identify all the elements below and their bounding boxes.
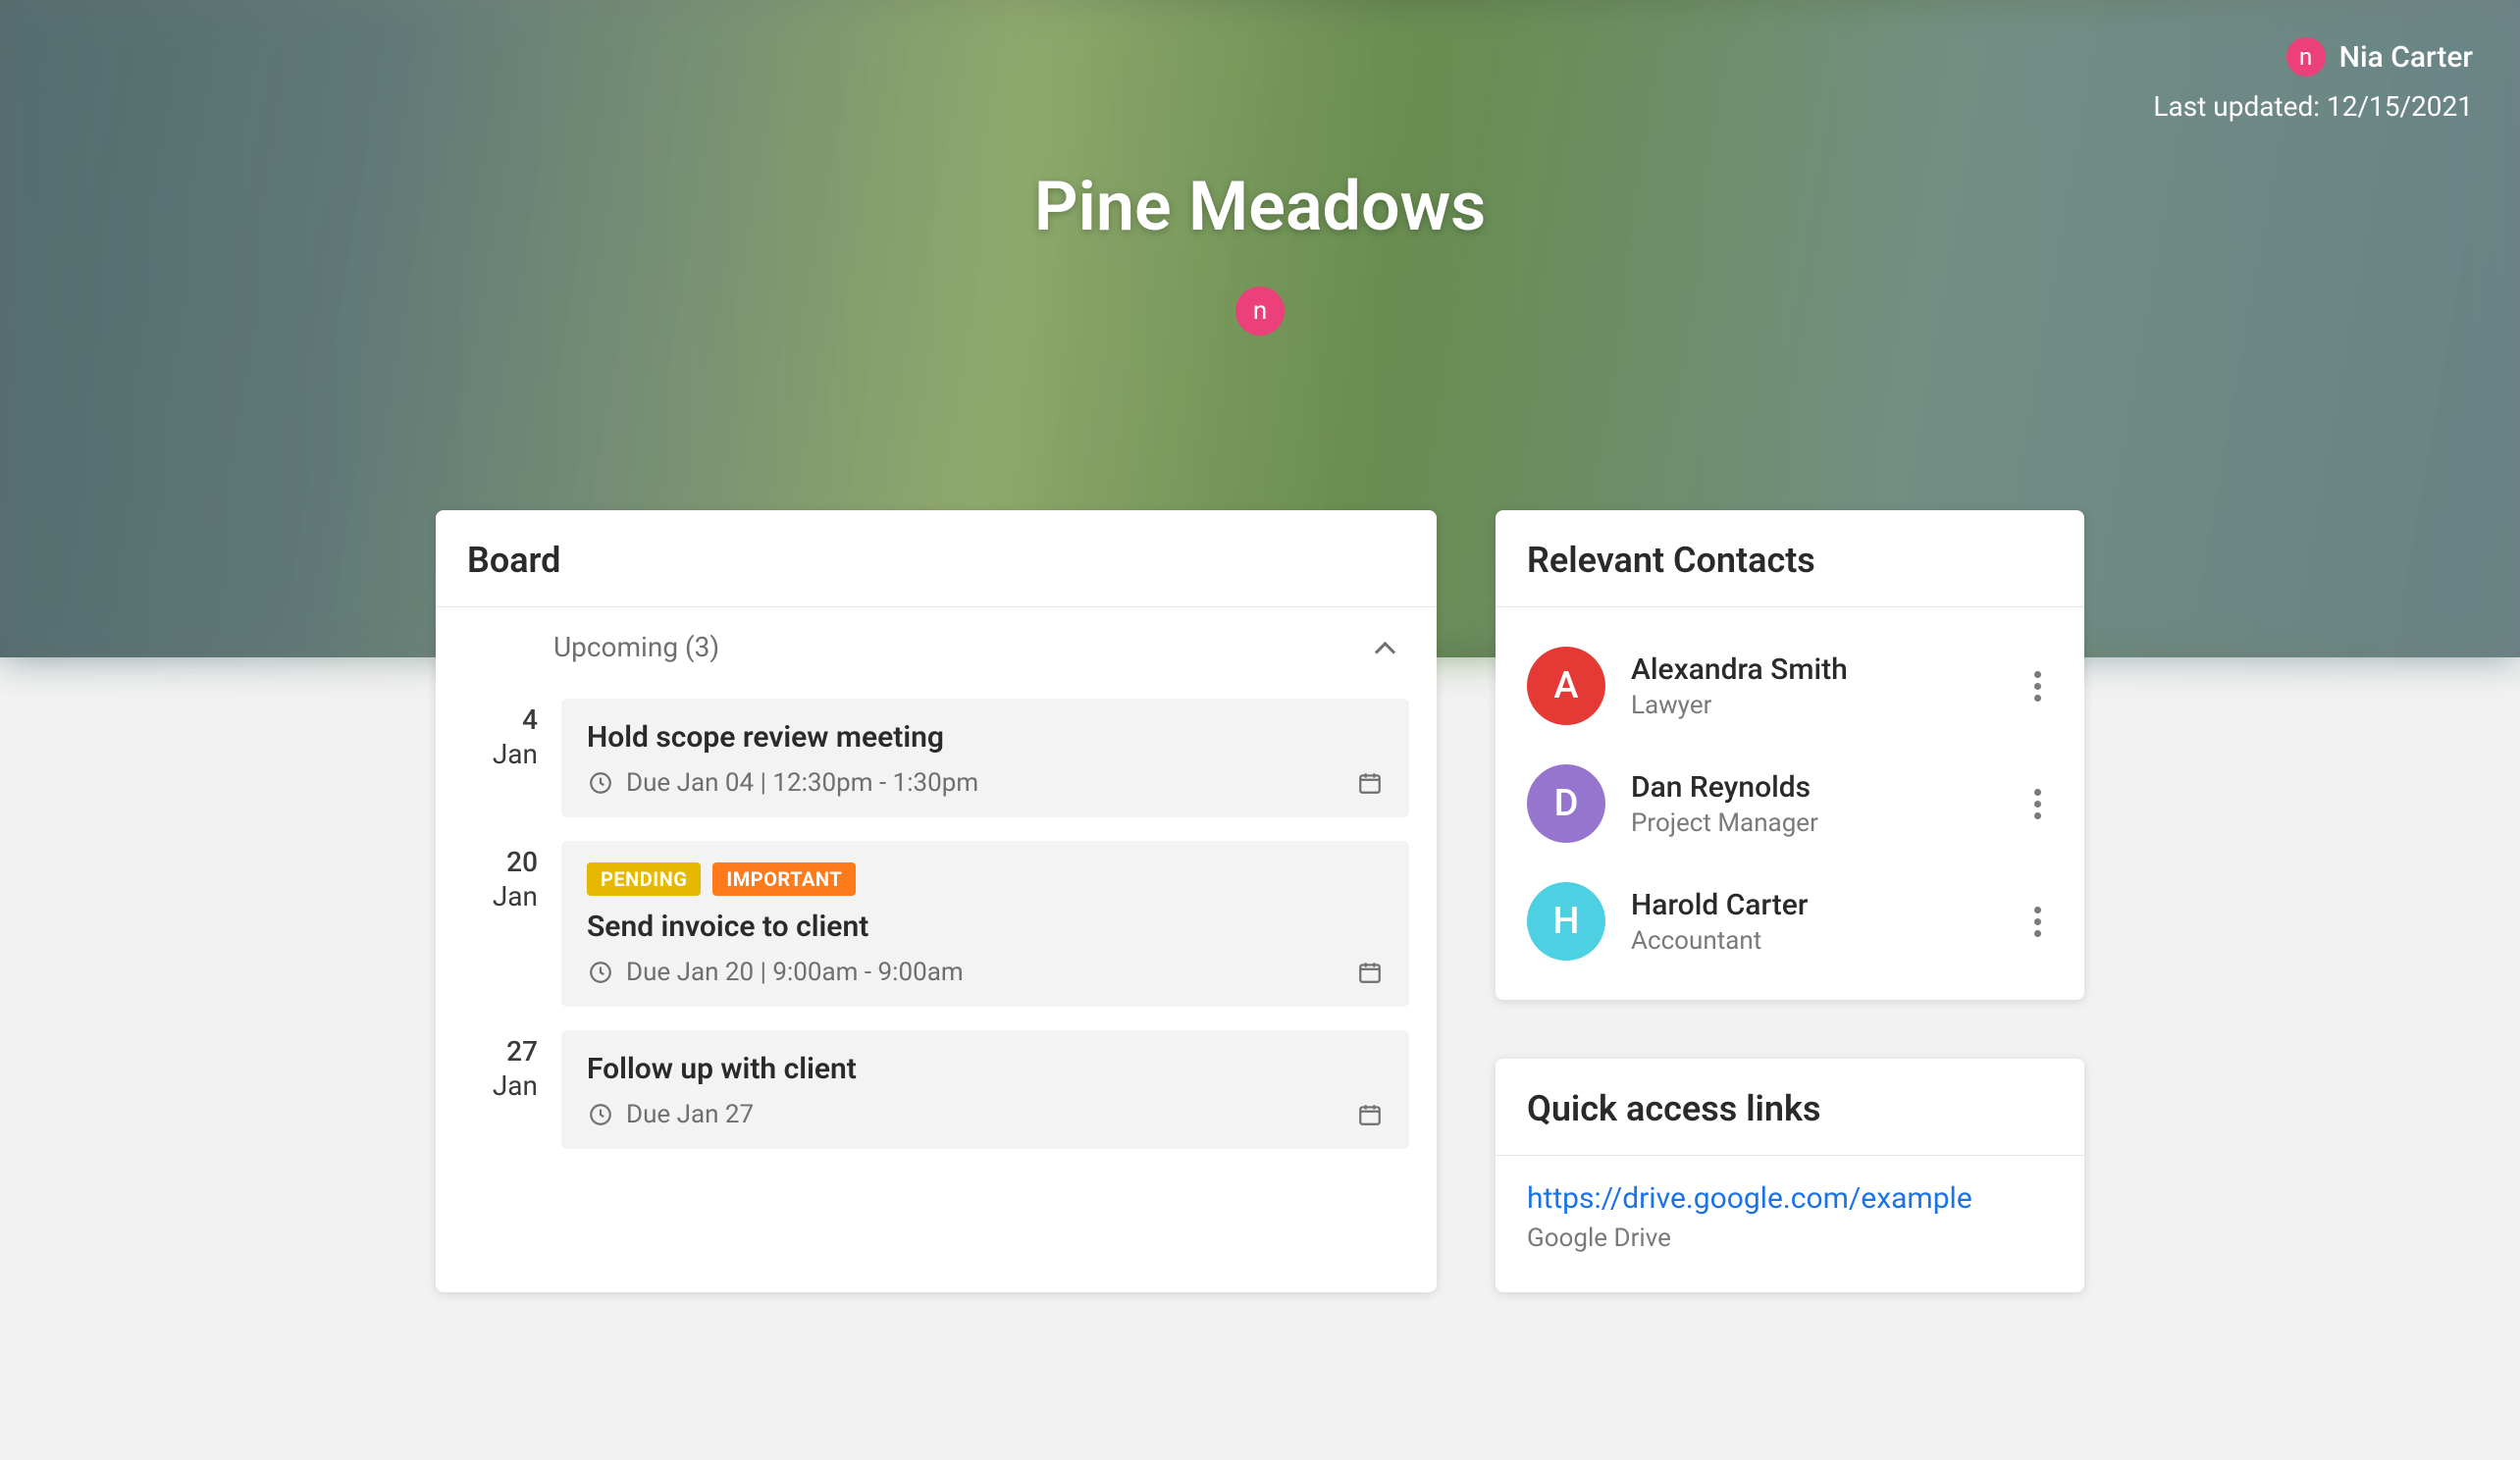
contact-avatar: A [1527, 647, 1605, 725]
contacts-card: Relevant Contacts A Alexandra Smith Lawy… [1496, 510, 2084, 1000]
more-menu-icon[interactable] [2021, 902, 2053, 941]
task-day: 4 [463, 703, 538, 737]
task-due-text: Due Jan 20 | 9:00am - 9:00am [626, 958, 964, 987]
contact-role: Accountant [1631, 926, 2021, 956]
calendar-icon[interactable] [1356, 959, 1384, 986]
task-date: 27 Jan [463, 1030, 538, 1149]
contact-role: Lawyer [1631, 691, 2021, 720]
contact-name: Alexandra Smith [1631, 652, 2021, 687]
task-month: Jan [463, 879, 538, 913]
task-due-text: Due Jan 27 [626, 1100, 754, 1129]
contacts-body: A Alexandra Smith Lawyer D Dan Reynolds … [1496, 607, 2084, 1000]
clock-icon [587, 1101, 614, 1128]
links-body: https://drive.google.com/example Google … [1496, 1156, 2084, 1292]
contacts-header: Relevant Contacts [1496, 510, 2084, 607]
section-label: Upcoming (3) [553, 631, 719, 663]
task-due: Due Jan 20 | 9:00am - 9:00am [587, 958, 964, 987]
chevron-up-icon [1372, 635, 1397, 660]
task-due-text: Due Jan 04 | 12:30pm - 1:30pm [626, 768, 978, 798]
task-due: Due Jan 27 [587, 1100, 754, 1129]
more-menu-icon[interactable] [2021, 784, 2053, 823]
task-date: 20 Jan [463, 841, 538, 1007]
task-day: 27 [463, 1034, 538, 1069]
contact-name: Dan Reynolds [1631, 770, 2021, 805]
task-month: Jan [463, 1069, 538, 1103]
quick-link-url[interactable]: https://drive.google.com/example [1527, 1181, 2053, 1216]
contact-row[interactable]: H Harold Carter Accountant [1496, 862, 2084, 980]
contact-avatar: D [1527, 764, 1605, 843]
contact-row[interactable]: A Alexandra Smith Lawyer [1496, 627, 2084, 745]
task-day: 20 [463, 845, 538, 879]
board-title: Board [467, 540, 1405, 581]
task-date: 4 Jan [463, 699, 538, 817]
links-header: Quick access links [1496, 1059, 2084, 1156]
task-due: Due Jan 04 | 12:30pm - 1:30pm [587, 768, 978, 798]
user-name: Nia Carter [2339, 40, 2473, 75]
links-card: Quick access links https://drive.google.… [1496, 1059, 2084, 1292]
task-month: Jan [463, 737, 538, 771]
calendar-icon[interactable] [1356, 1101, 1384, 1128]
task-title: Follow up with client [587, 1052, 1384, 1086]
user-row[interactable]: n Nia Carter [2153, 37, 2473, 77]
contacts-title: Relevant Contacts [1527, 540, 2053, 581]
task-title: Hold scope review meeting [587, 720, 1384, 755]
contact-role: Project Manager [1631, 808, 2021, 838]
hero-title-block: Pine Meadows n [0, 167, 2520, 336]
page-title: Pine Meadows [0, 167, 2520, 247]
links-title: Quick access links [1527, 1088, 2053, 1129]
tag-pending: PENDING [587, 862, 701, 896]
board-header: Board [436, 510, 1437, 607]
task-row[interactable]: 20 Jan PENDING IMPORTANT Send invoice to… [436, 829, 1437, 1018]
contact-name: Harold Carter [1631, 888, 2021, 922]
last-updated: Last updated: 12/15/2021 [2153, 90, 2473, 123]
task-row[interactable]: 27 Jan Follow up with client Due Jan 27 [436, 1018, 1437, 1182]
task-body[interactable]: Hold scope review meeting Due Jan 04 | 1… [561, 699, 1409, 817]
more-menu-icon[interactable] [2021, 666, 2053, 705]
contact-avatar: H [1527, 882, 1605, 961]
task-body[interactable]: Follow up with client Due Jan 27 [561, 1030, 1409, 1149]
owner-avatar[interactable]: n [1235, 287, 1285, 336]
user-avatar[interactable]: n [2286, 37, 2326, 77]
user-info: n Nia Carter Last updated: 12/15/2021 [2153, 37, 2473, 123]
clock-icon [587, 959, 614, 986]
side-column: Relevant Contacts A Alexandra Smith Lawy… [1496, 510, 2084, 1292]
quick-link-label: Google Drive [1527, 1224, 2053, 1253]
contact-row[interactable]: D Dan Reynolds Project Manager [1496, 745, 2084, 862]
tag-important: IMPORTANT [712, 862, 856, 896]
task-body[interactable]: PENDING IMPORTANT Send invoice to client… [561, 841, 1409, 1007]
task-title: Send invoice to client [587, 910, 1384, 944]
task-row[interactable]: 4 Jan Hold scope review meeting Due Jan … [436, 687, 1437, 829]
calendar-icon[interactable] [1356, 769, 1384, 797]
board-card: Board Upcoming (3) 4 Jan Hold scope revi… [436, 510, 1437, 1292]
clock-icon [587, 769, 614, 797]
task-tags: PENDING IMPORTANT [587, 862, 1384, 896]
content-area: Board Upcoming (3) 4 Jan Hold scope revi… [0, 510, 2520, 1292]
board-section-toggle[interactable]: Upcoming (3) [436, 607, 1437, 687]
